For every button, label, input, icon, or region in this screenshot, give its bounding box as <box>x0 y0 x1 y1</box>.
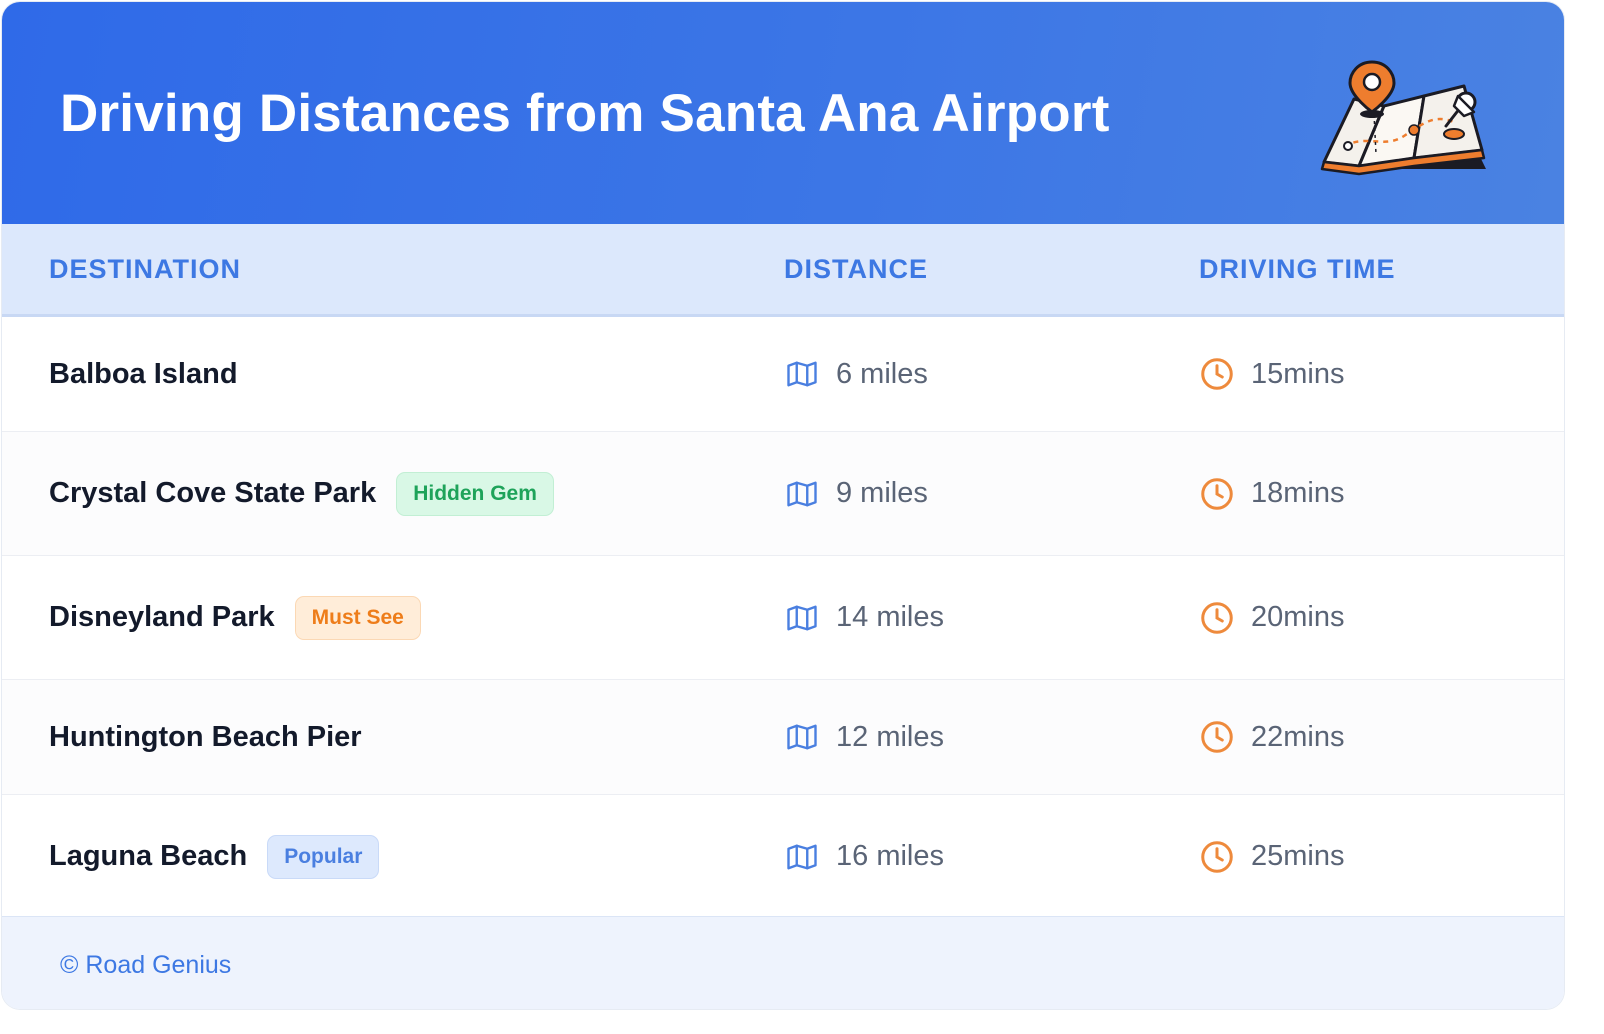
map-with-pin-illustration-icon <box>1320 60 1486 176</box>
destination-name: Crystal Cove State Park <box>49 477 377 509</box>
page-title: Driving Distances from Santa Ana Airport <box>60 84 1110 143</box>
driving-time-cell: 25mins <box>1199 795 1345 918</box>
driving-time-value: 18mins <box>1251 477 1345 509</box>
table-header: DESTINATION DISTANCE DRIVING TIME <box>2 224 1564 317</box>
table-body: Balboa Island 6 miles 15mins Crystal Cov… <box>2 317 1564 919</box>
driving-time-cell: 22mins <box>1199 680 1345 794</box>
map-icon <box>787 361 817 387</box>
map-icon <box>787 481 817 506</box>
destination-cell: Balboa Island <box>49 317 238 431</box>
map-icon <box>787 605 817 630</box>
distance-cell: 9 miles <box>784 432 928 555</box>
destination-name: Disneyland Park <box>49 601 275 633</box>
destination-name: Balboa Island <box>49 357 238 390</box>
clock-icon <box>1201 477 1233 510</box>
distance-cell: 16 miles <box>784 795 944 918</box>
table-row: Balboa Island 6 miles 15mins <box>2 317 1564 432</box>
table-row: Disneyland Park Must See 14 miles 20mins <box>2 556 1564 680</box>
hidden-gem-badge: Hidden Gem <box>396 471 554 516</box>
clock-icon <box>1201 840 1233 873</box>
destination-cell: Huntington Beach Pier <box>49 680 362 794</box>
map-icon <box>787 844 817 869</box>
destination-name: Huntington Beach Pier <box>49 720 362 753</box>
distance-value: 9 miles <box>836 477 928 509</box>
table-row: Laguna Beach Popular 16 miles 25mins <box>2 795 1564 919</box>
driving-time-value: 22mins <box>1251 720 1345 753</box>
driving-time-value: 25mins <box>1251 840 1345 872</box>
driving-time-cell: 15mins <box>1199 317 1345 431</box>
distance-value: 6 miles <box>836 357 928 390</box>
table-row: Huntington Beach Pier 12 miles 22mins <box>2 680 1564 795</box>
driving-time-value: 20mins <box>1251 601 1345 633</box>
column-header-destination: DESTINATION <box>49 254 241 284</box>
distance-value: 14 miles <box>836 601 944 633</box>
clock-icon <box>1201 721 1233 753</box>
distance-cell: 12 miles <box>784 680 944 794</box>
clock-icon <box>1201 601 1233 634</box>
clock-icon <box>1201 358 1233 390</box>
destination-cell: Laguna Beach Popular <box>49 795 380 918</box>
driving-time-cell: 18mins <box>1199 432 1345 555</box>
distance-cell: 6 miles <box>784 317 928 431</box>
distance-value: 16 miles <box>836 840 944 872</box>
column-header-distance: DISTANCE <box>784 254 929 284</box>
destination-cell: Disneyland Park Must See <box>49 556 421 679</box>
popular-badge: Popular <box>267 834 380 879</box>
map-icon <box>787 724 817 750</box>
must-see-badge: Must See <box>294 595 421 640</box>
table-row: Crystal Cove State Park Hidden Gem 9 mil… <box>2 432 1564 556</box>
header-banner: Driving Distances from Santa Ana Airport <box>2 2 1564 224</box>
column-header-driving-time: DRIVING TIME <box>1199 254 1396 284</box>
distance-value: 12 miles <box>836 720 944 753</box>
footer-credit: © Road Genius <box>60 951 232 979</box>
distance-cell: 14 miles <box>784 556 944 679</box>
driving-time-value: 15mins <box>1251 357 1345 390</box>
footer: © Road Genius <box>2 916 1564 1009</box>
destination-cell: Crystal Cove State Park Hidden Gem <box>49 432 554 555</box>
driving-time-cell: 20mins <box>1199 556 1345 679</box>
destination-name: Laguna Beach <box>49 840 248 872</box>
distance-table-card: Driving Distances from Santa Ana Airport <box>2 2 1564 1009</box>
